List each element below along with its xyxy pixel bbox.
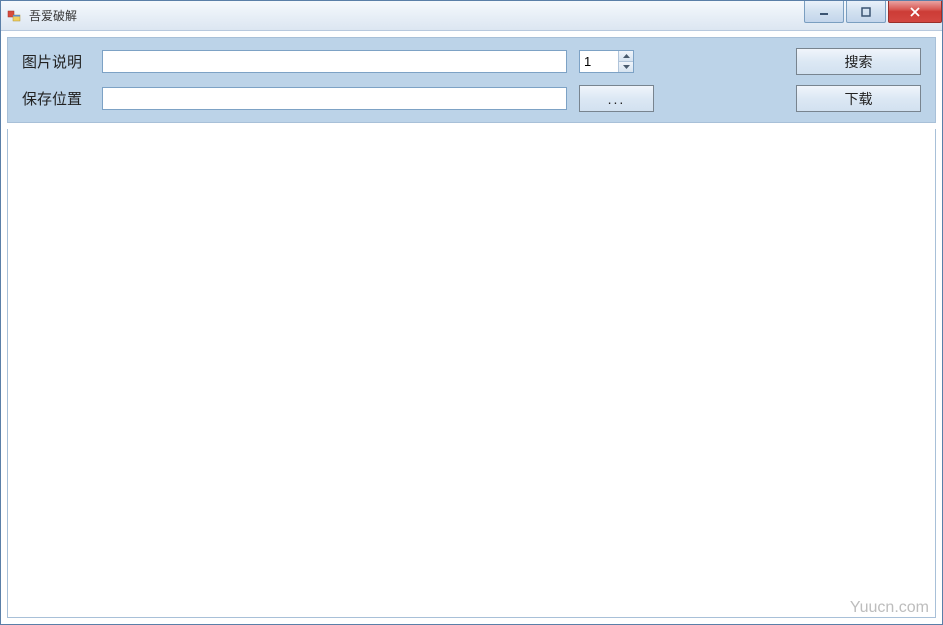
download-button[interactable]: 下载: [796, 85, 921, 112]
count-input[interactable]: [580, 51, 618, 72]
description-label: 图片说明: [22, 51, 92, 72]
maximize-button[interactable]: [846, 1, 886, 23]
search-row: 图片说明 搜索: [22, 48, 921, 75]
app-icon: [7, 8, 23, 24]
save-location-label: 保存位置: [22, 88, 92, 109]
toolbar-panel: 图片说明 搜索 保存位置 ... 下载: [7, 37, 936, 123]
count-spinner: [579, 50, 634, 73]
window-controls: [804, 1, 942, 23]
save-location-input[interactable]: [102, 87, 567, 110]
search-button[interactable]: 搜索: [796, 48, 921, 75]
window-title: 吾爱破解: [29, 7, 77, 24]
spinner-down-button[interactable]: [619, 62, 633, 72]
titlebar: 吾爱破解: [1, 1, 942, 31]
close-button[interactable]: [888, 1, 942, 23]
app-window: 吾爱破解 图片说明: [0, 0, 943, 625]
minimize-button[interactable]: [804, 1, 844, 23]
description-input[interactable]: [102, 50, 567, 73]
content-area: [7, 129, 936, 618]
spinner-up-button[interactable]: [619, 51, 633, 62]
browse-button[interactable]: ...: [579, 85, 654, 112]
save-row: 保存位置 ... 下载: [22, 85, 921, 112]
